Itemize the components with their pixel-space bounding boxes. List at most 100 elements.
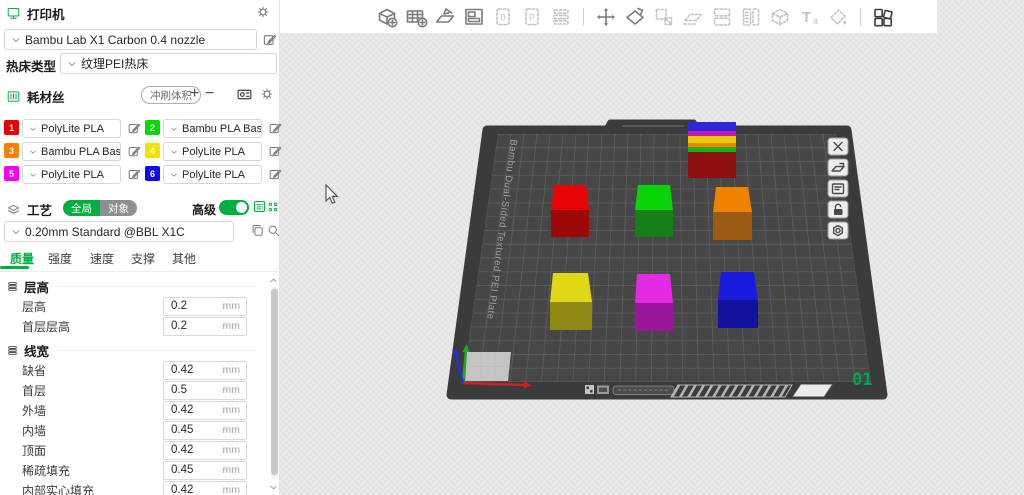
param-input[interactable]: 0.45mm <box>163 421 247 440</box>
filament-settings-gear-icon[interactable] <box>259 86 275 102</box>
orange-cube[interactable] <box>713 187 752 240</box>
auto-arrange-button[interactable] <box>431 2 459 31</box>
scope-global[interactable]: 全局 <box>63 200 100 216</box>
param-input[interactable]: 0.2mm <box>163 297 247 316</box>
delete-plate-button[interactable] <box>828 138 848 155</box>
viewport-3d[interactable]: Bambu Dual-Sided Textured PEI Plate01 <box>280 33 1024 495</box>
add-filament-button[interactable]: + <box>190 86 199 102</box>
param-input[interactable]: 0.45mm <box>163 461 247 480</box>
scrollbar-thumb[interactable] <box>271 289 278 475</box>
search-icon[interactable] <box>266 223 281 238</box>
param-input[interactable]: 0.42mm <box>163 481 247 495</box>
param-input[interactable]: 0.2mm <box>163 317 247 336</box>
copy-icon[interactable] <box>250 223 265 238</box>
add-plate-button[interactable] <box>402 2 430 31</box>
arrange-plate-button[interactable] <box>828 159 848 176</box>
sparkle-icon[interactable] <box>266 200 280 214</box>
tab-5[interactable]: 其他 <box>172 250 196 267</box>
variable-layer-height-button[interactable] <box>766 2 794 31</box>
color-paint-icon <box>826 5 850 29</box>
edit-icon <box>268 167 283 182</box>
process-preset-select[interactable]: 0.20mm Standard @BBL X1C <box>4 221 234 242</box>
tab-3[interactable]: 速度 <box>90 250 114 267</box>
objects-icon[interactable] <box>266 200 280 214</box>
tab-1[interactable]: 质量 <box>10 250 34 267</box>
printer-select[interactable]: Bambu Lab X1 Carbon 0.4 nozzle <box>4 29 257 50</box>
scroll-up-icon[interactable] <box>268 275 279 286</box>
undo-button[interactable]: 0 <box>489 2 517 31</box>
filament-5-edit-icon[interactable] <box>127 167 143 183</box>
scope-switch[interactable]: 全局 对象 <box>63 200 137 216</box>
parameter-list-icon[interactable] <box>252 199 267 214</box>
rotate-button[interactable] <box>621 2 649 31</box>
filament-3-swatch[interactable]: 3 <box>4 143 19 158</box>
filament-6-swatch[interactable]: 6 <box>145 166 160 181</box>
green-cube[interactable] <box>635 185 673 237</box>
advanced-toggle[interactable] <box>219 200 249 215</box>
gear-icon[interactable] <box>259 86 275 102</box>
search-icon[interactable] <box>266 223 281 238</box>
text-button[interactable]: Ta <box>795 2 823 31</box>
ams-sync-icon[interactable] <box>236 86 253 103</box>
assembly-button[interactable] <box>869 2 897 31</box>
yellow-cube[interactable] <box>550 273 592 330</box>
layers-icon <box>6 280 19 293</box>
chevron-down-icon <box>10 226 22 238</box>
color-paint-button[interactable] <box>824 2 852 31</box>
add-model-button[interactable] <box>373 2 401 31</box>
printer-section-title: 打印机 <box>27 4 65 23</box>
redo-icon: P <box>520 5 544 29</box>
build-plate[interactable]: Bambu Dual-Sided Textured PEI Plate <box>451 122 883 397</box>
lay-on-face-button[interactable] <box>679 2 707 31</box>
chevron-down-icon <box>10 34 22 46</box>
layers-button[interactable] <box>547 2 575 31</box>
blue-cube[interactable] <box>718 272 758 328</box>
gear-icon[interactable] <box>255 4 271 20</box>
filament-2-select[interactable]: Bambu PLA Basic <box>163 119 262 138</box>
lock-plate-button[interactable] <box>828 201 848 218</box>
split-layout-button[interactable] <box>460 2 488 31</box>
scope-objects[interactable]: 对象 <box>100 200 137 216</box>
printer-settings-gear-icon[interactable] <box>255 4 271 20</box>
scrollbar[interactable] <box>271 287 278 479</box>
chevron-down-icon <box>28 147 38 157</box>
plate-settings-button[interactable] <box>828 222 848 239</box>
param-input[interactable]: 0.42mm <box>163 401 247 420</box>
redo-button[interactable]: P <box>518 2 546 31</box>
move-button[interactable] <box>592 2 620 31</box>
tab-4[interactable]: 支撑 <box>131 250 155 267</box>
filament-4-swatch[interactable]: 4 <box>145 143 160 158</box>
remove-filament-button[interactable]: − <box>205 86 214 102</box>
param-input[interactable]: 0.42mm <box>163 441 247 460</box>
list-icon[interactable] <box>252 199 267 214</box>
filament-5-swatch[interactable]: 5 <box>4 166 19 181</box>
plate-params-button[interactable] <box>828 180 848 197</box>
filament-6-select[interactable]: PolyLite PLA <box>163 165 262 184</box>
magenta-cube[interactable] <box>635 274 673 331</box>
filament-1-select[interactable]: PolyLite PLA <box>22 119 121 138</box>
tab-2[interactable]: 强度 <box>48 250 72 267</box>
red-cube[interactable] <box>551 185 589 237</box>
filament-2-edit-icon[interactable] <box>268 121 284 137</box>
printer-edit-icon[interactable] <box>262 32 278 48</box>
scroll-down-icon[interactable] <box>268 482 279 493</box>
multicolor-cube[interactable] <box>688 122 736 178</box>
filament-1-swatch[interactable]: 1 <box>4 120 19 135</box>
param-input[interactable]: 0.42mm <box>163 361 247 380</box>
save-preset-icon[interactable] <box>250 223 265 238</box>
filament-3-select[interactable]: Bambu PLA Basic <box>22 142 121 161</box>
filament-4-select[interactable]: PolyLite PLA <box>163 142 262 161</box>
filament-1-edit-icon[interactable] <box>127 121 143 137</box>
filament-2-swatch[interactable]: 2 <box>145 120 160 135</box>
scale-button[interactable] <box>650 2 678 31</box>
filament-5-select[interactable]: PolyLite PLA <box>22 165 121 184</box>
filament-3-edit-icon[interactable] <box>127 144 143 160</box>
edit-icon[interactable] <box>262 32 278 48</box>
filament-4-edit-icon[interactable] <box>268 144 284 160</box>
filament-6-edit-icon[interactable] <box>268 167 284 183</box>
split-to-parts-button[interactable] <box>737 2 765 31</box>
split-to-objects-button[interactable] <box>708 2 736 31</box>
bed-type-select[interactable]: 纹理PEI热床 <box>60 53 277 74</box>
param-input[interactable]: 0.5mm <box>163 381 247 400</box>
ams-icon[interactable] <box>236 86 253 103</box>
